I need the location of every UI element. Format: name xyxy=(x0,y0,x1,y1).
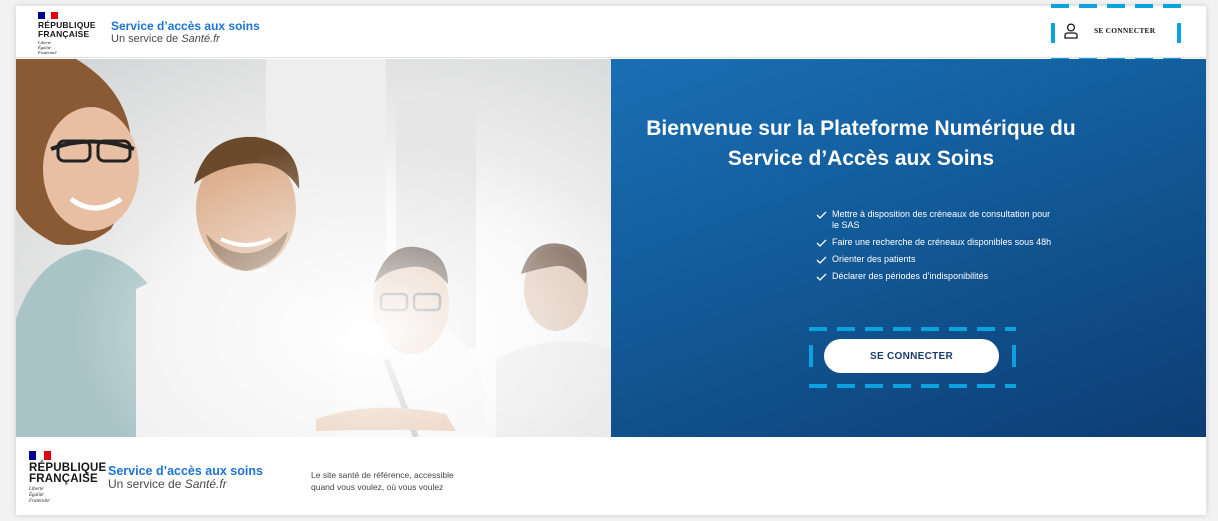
feature-text: Faire une recherche de créneaux disponib… xyxy=(832,237,1052,247)
medical-team-illustration xyxy=(16,59,611,437)
feature-text: Déclarer des périodes d’indisponibilités xyxy=(832,271,989,281)
footer-site-subtitle-prefix: Un service de xyxy=(108,477,185,491)
site-footer: RÉPUBLIQUE FRANÇAISE Liberté Égalité Fra… xyxy=(16,437,1206,515)
site-title: Service d’accès aux soins xyxy=(111,19,260,33)
hero-title: Bienvenue sur la Plateforme Numérique du… xyxy=(646,117,1076,170)
cta-highlight: SE CONNECTER xyxy=(809,327,1016,388)
footer-site-subtitle-brand: Santé.fr xyxy=(184,477,227,491)
site-name-link[interactable]: Service d’accès aux soins Un service de … xyxy=(111,19,260,46)
footer-tagline-line2: quand vous voulez, où vous voulez xyxy=(311,482,444,492)
feature-text: Orienter des patients xyxy=(832,254,916,264)
check-icon xyxy=(816,239,827,247)
page-frame: RÉPUBLIQUE FRANÇAISE Liberté Égalité Fra… xyxy=(16,4,1206,515)
site-subtitle: Un service de Santé.fr xyxy=(111,33,260,46)
footer-site-name[interactable]: Service d’accès aux soins Un service de … xyxy=(108,464,263,491)
footer-republique-line2: FRANÇAISE xyxy=(29,473,98,485)
hero-photo-medical-team xyxy=(16,59,611,437)
hero-section: Bienvenue sur la Plateforme Numérique du… xyxy=(16,59,1206,437)
header-login-label: SE CONNECTER xyxy=(1094,26,1156,35)
feature-item: Mettre à disposition des créneaux de con… xyxy=(816,209,1056,231)
republique-francaise-logo[interactable]: RÉPUBLIQUE FRANÇAISE Liberté Égalité Fra… xyxy=(38,12,98,55)
highlight-dash xyxy=(809,327,1016,331)
site-subtitle-prefix: Un service de xyxy=(111,33,182,45)
footer-site-subtitle: Un service de Santé.fr xyxy=(108,478,263,491)
feature-list: Mettre à disposition des créneaux de con… xyxy=(816,209,1056,288)
hero-login-button[interactable]: SE CONNECTER xyxy=(824,339,999,373)
feature-item: Faire une recherche de créneaux disponib… xyxy=(816,237,1056,248)
check-icon xyxy=(816,273,827,281)
highlight-dash xyxy=(1051,4,1181,8)
highlight-dash xyxy=(1012,345,1016,367)
highlight-dash xyxy=(809,384,1016,388)
footer-republique-logo[interactable]: RÉPUBLIQUE FRANÇAISE Liberté Égalité Fra… xyxy=(29,451,106,505)
hero-panel: Bienvenue sur la Plateforme Numérique du… xyxy=(611,59,1206,437)
header-login-button[interactable]: SE CONNECTER xyxy=(1051,4,1181,62)
motto-fraternite: Fraternité xyxy=(38,50,57,55)
footer-motto-fraternite: Fraternité xyxy=(29,499,50,504)
republique-line2: FRANÇAISE xyxy=(38,28,90,39)
site-subtitle-brand: Santé.fr xyxy=(181,33,220,45)
check-icon xyxy=(816,256,827,264)
feature-text: Mettre à disposition des créneaux de con… xyxy=(832,209,1051,230)
check-icon xyxy=(816,211,827,219)
feature-item: Déclarer des périodes d’indisponibilités xyxy=(816,271,1056,282)
highlight-dash xyxy=(1177,23,1181,43)
site-header: RÉPUBLIQUE FRANÇAISE Liberté Égalité Fra… xyxy=(16,4,1206,62)
footer-site-title: Service d’accès aux soins xyxy=(108,464,263,478)
french-flag-icon xyxy=(29,451,51,460)
highlight-dash xyxy=(1051,23,1055,43)
french-flag-icon xyxy=(38,12,59,19)
feature-item: Orienter des patients xyxy=(816,254,1056,265)
footer-tagline-line1: Le site santé de référence, accessible xyxy=(311,470,454,480)
user-icon xyxy=(1064,23,1078,39)
footer-tagline: Le site santé de référence, accessible q… xyxy=(311,469,491,493)
highlight-dash xyxy=(809,345,813,367)
